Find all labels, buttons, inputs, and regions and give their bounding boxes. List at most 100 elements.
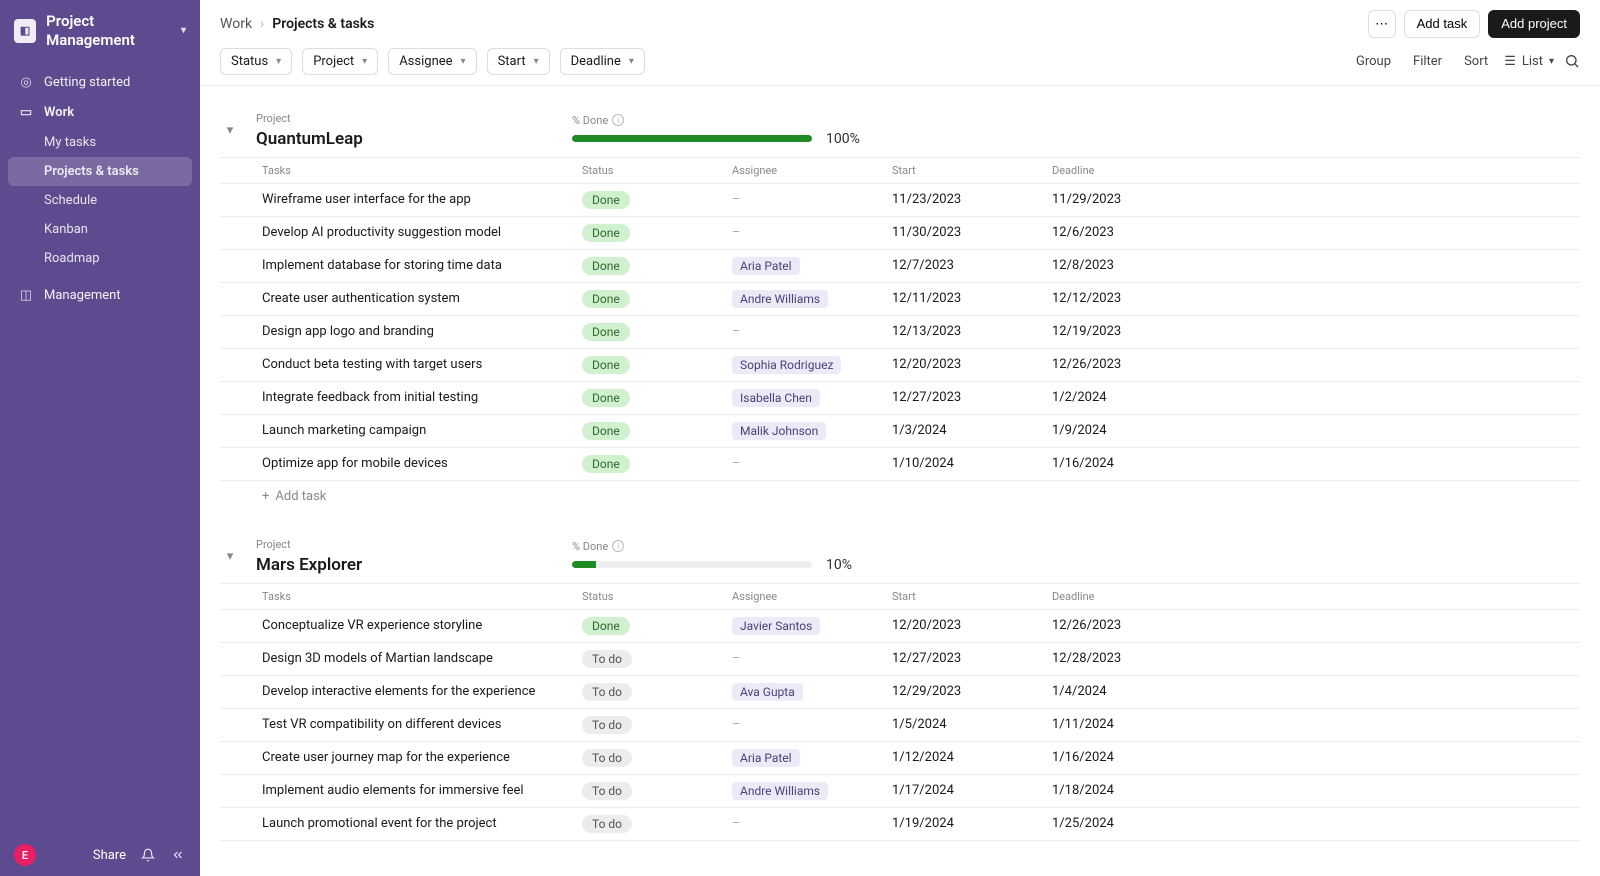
deadline-date[interactable]: 1/2/2024 [1046, 390, 1206, 405]
status-badge[interactable]: To do [582, 749, 632, 767]
deadline-date[interactable]: 1/18/2024 [1046, 783, 1206, 798]
project-name[interactable]: Mars Explorer [256, 555, 556, 575]
add-task-button[interactable]: Add task [1404, 10, 1481, 38]
table-row[interactable]: Implement database for storing time data… [220, 250, 1580, 283]
sidebar-item-my-tasks[interactable]: My tasks [8, 128, 192, 157]
filter-pill-assignee[interactable]: Assignee▾ [388, 48, 476, 75]
assignee-tag[interactable]: Sophia Rodriguez [732, 356, 841, 374]
status-badge[interactable]: Done [582, 389, 630, 407]
deadline-date[interactable]: 12/8/2023 [1046, 258, 1206, 273]
assignee-tag[interactable]: Andre Williams [732, 290, 828, 308]
assignee-tag[interactable]: Andre Williams [732, 782, 828, 800]
deadline-date[interactable]: 12/19/2023 [1046, 324, 1206, 339]
col-status[interactable]: Status [576, 164, 726, 177]
more-options-button[interactable]: ⋯ [1368, 10, 1396, 38]
table-row[interactable]: Conduct beta testing with target users D… [220, 349, 1580, 382]
project-name[interactable]: QuantumLeap [256, 129, 556, 149]
table-row[interactable]: Launch promotional event for the project… [220, 808, 1580, 841]
status-badge[interactable]: Done [582, 455, 630, 473]
info-icon[interactable]: i [612, 114, 624, 126]
table-row[interactable]: Develop interactive elements for the exp… [220, 676, 1580, 709]
task-name[interactable]: Integrate feedback from initial testing [256, 390, 576, 405]
deadline-date[interactable]: 11/29/2023 [1046, 192, 1206, 207]
sidebar-item-projects-tasks[interactable]: Projects & tasks [8, 157, 192, 186]
status-badge[interactable]: Done [582, 290, 630, 308]
bell-icon[interactable] [140, 847, 156, 863]
deadline-date[interactable]: 1/25/2024 [1046, 816, 1206, 831]
start-date[interactable]: 12/13/2023 [886, 324, 1046, 339]
assignee-tag[interactable]: Aria Patel [732, 257, 800, 275]
task-name[interactable]: Develop AI productivity suggestion model [256, 225, 576, 240]
assignee-tag[interactable]: Isabella Chen [732, 389, 820, 407]
deadline-date[interactable]: 1/16/2024 [1046, 456, 1206, 471]
filter-pill-project[interactable]: Project▾ [302, 48, 378, 75]
status-badge[interactable]: Done [582, 422, 630, 440]
filter-pill-deadline[interactable]: Deadline▾ [560, 48, 645, 75]
search-icon[interactable] [1564, 53, 1580, 69]
task-name[interactable]: Optimize app for mobile devices [256, 456, 576, 471]
collapse-sidebar-icon[interactable] [170, 847, 186, 863]
start-date[interactable]: 12/29/2023 [886, 684, 1046, 699]
col-assignee[interactable]: Assignee [726, 164, 886, 177]
sort-button[interactable]: Sort [1458, 50, 1494, 73]
status-badge[interactable]: Done [582, 191, 630, 209]
deadline-date[interactable]: 1/9/2024 [1046, 423, 1206, 438]
status-badge[interactable]: Done [582, 224, 630, 242]
col-status[interactable]: Status [576, 590, 726, 603]
assignee-tag[interactable]: Javier Santos [732, 617, 820, 635]
status-badge[interactable]: To do [582, 815, 632, 833]
table-row[interactable]: Conceptualize VR experience storyline Do… [220, 610, 1580, 643]
sidebar-item-schedule[interactable]: Schedule [8, 186, 192, 215]
col-start[interactable]: Start [886, 164, 1046, 177]
table-row[interactable]: Develop AI productivity suggestion model… [220, 217, 1580, 250]
filter-pill-start[interactable]: Start▾ [487, 48, 550, 75]
sidebar-item-management[interactable]: ◫ Management [8, 281, 192, 311]
start-date[interactable]: 11/23/2023 [886, 192, 1046, 207]
start-date[interactable]: 12/27/2023 [886, 651, 1046, 666]
table-row[interactable]: Create user journey map for the experien… [220, 742, 1580, 775]
start-date[interactable]: 12/27/2023 [886, 390, 1046, 405]
status-badge[interactable]: To do [582, 716, 632, 734]
task-name[interactable]: Design app logo and branding [256, 324, 576, 339]
col-deadline[interactable]: Deadline [1046, 164, 1206, 177]
start-date[interactable]: 11/30/2023 [886, 225, 1046, 240]
status-badge[interactable]: Done [582, 617, 630, 635]
status-badge[interactable]: Done [582, 356, 630, 374]
start-date[interactable]: 1/10/2024 [886, 456, 1046, 471]
avatar[interactable]: E [14, 844, 36, 866]
start-date[interactable]: 12/20/2023 [886, 357, 1046, 372]
status-badge[interactable]: To do [582, 650, 632, 668]
table-row[interactable]: Optimize app for mobile devices Done – 1… [220, 448, 1580, 481]
table-row[interactable]: Implement audio elements for immersive f… [220, 775, 1580, 808]
col-tasks[interactable]: Tasks [256, 590, 576, 603]
sidebar-item-getting-started[interactable]: ◎ Getting started [8, 68, 192, 98]
task-name[interactable]: Design 3D models of Martian landscape [256, 651, 576, 666]
sidebar-item-roadmap[interactable]: Roadmap [8, 244, 192, 273]
status-badge[interactable]: Done [582, 323, 630, 341]
deadline-date[interactable]: 12/26/2023 [1046, 618, 1206, 633]
deadline-date[interactable]: 12/6/2023 [1046, 225, 1206, 240]
deadline-date[interactable]: 12/28/2023 [1046, 651, 1206, 666]
add-project-button[interactable]: Add project [1488, 10, 1580, 38]
task-name[interactable]: Launch promotional event for the project [256, 816, 576, 831]
task-name[interactable]: Create user authentication system [256, 291, 576, 306]
col-start[interactable]: Start [886, 590, 1046, 603]
table-row[interactable]: Create user authentication system Done A… [220, 283, 1580, 316]
deadline-date[interactable]: 1/16/2024 [1046, 750, 1206, 765]
table-row[interactable]: Integrate feedback from initial testing … [220, 382, 1580, 415]
task-name[interactable]: Test VR compatibility on different devic… [256, 717, 576, 732]
col-tasks[interactable]: Tasks [256, 164, 576, 177]
view-select[interactable]: ☰ List ▾ [1504, 54, 1554, 69]
start-date[interactable]: 12/11/2023 [886, 291, 1046, 306]
assignee-tag[interactable]: Aria Patel [732, 749, 800, 767]
table-row[interactable]: Wireframe user interface for the app Don… [220, 184, 1580, 217]
start-date[interactable]: 1/12/2024 [886, 750, 1046, 765]
add-task-row[interactable]: +Add task [220, 481, 1580, 512]
breadcrumb-root[interactable]: Work [220, 16, 252, 32]
col-assignee[interactable]: Assignee [726, 590, 886, 603]
task-name[interactable]: Conceptualize VR experience storyline [256, 618, 576, 633]
assignee-tag[interactable]: Malik Johnson [732, 422, 826, 440]
sidebar-item-kanban[interactable]: Kanban [8, 215, 192, 244]
table-row[interactable]: Launch marketing campaign Done Malik Joh… [220, 415, 1580, 448]
status-badge[interactable]: Done [582, 257, 630, 275]
